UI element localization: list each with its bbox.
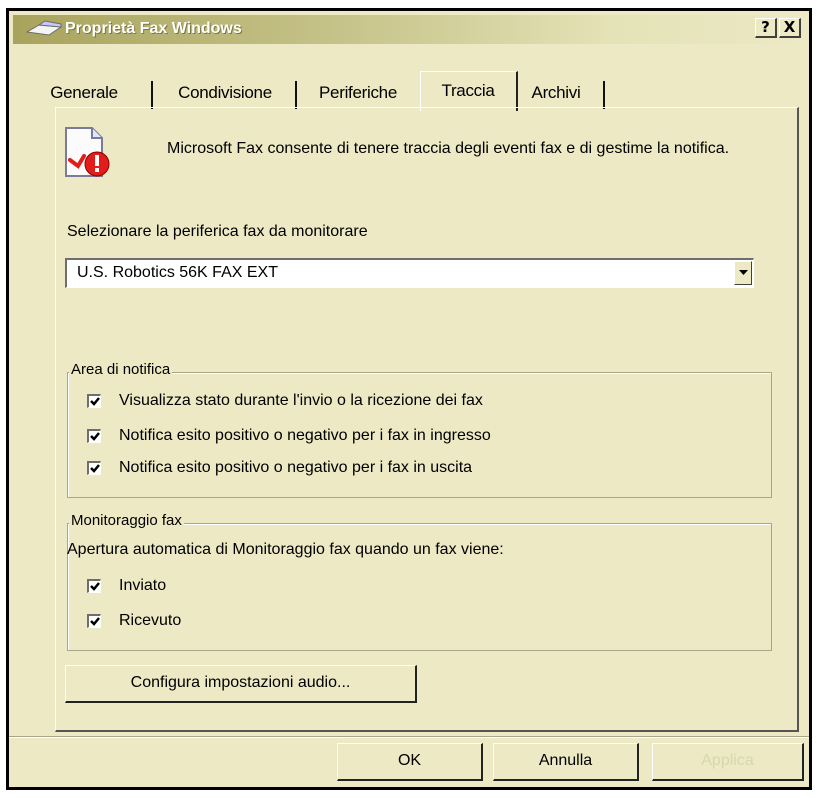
incoming-fax-notify-checkbox[interactable] (87, 429, 101, 443)
fax-device-select[interactable]: U.S. Robotics 56K FAX EXT (65, 258, 754, 288)
tab-condivisione[interactable]: Condivisione (155, 77, 295, 109)
tab-divider (603, 81, 605, 109)
tab-archivi[interactable]: Archivi (521, 77, 591, 109)
tab-traccia[interactable]: Traccia (420, 73, 516, 109)
tab-periferiche[interactable]: Periferiche (299, 77, 417, 109)
sent-checkbox[interactable] (87, 579, 101, 593)
close-button[interactable]: X (779, 18, 801, 38)
outgoing-fax-notify-checkbox[interactable] (87, 461, 101, 475)
outgoing-fax-notify-label: Notifica esito positivo o negativo per i… (119, 459, 473, 476)
sent-label: Inviato (119, 577, 167, 594)
tab-divider (295, 81, 297, 109)
tab-generale[interactable]: Generale (17, 77, 151, 109)
received-checkbox[interactable] (87, 614, 101, 628)
checkmark-icon (90, 397, 100, 406)
intro-text: Microsoft Fax consente di tenere traccia… (167, 140, 730, 157)
fax-app-icon (25, 20, 63, 36)
incoming-fax-notify-label: Notifica esito positivo o negativo per i… (119, 427, 491, 444)
ok-button[interactable]: OK (337, 743, 483, 781)
apply-button[interactable]: Applica (652, 743, 804, 781)
cancel-button[interactable]: Annulla (493, 743, 639, 781)
tab-divider (151, 81, 153, 109)
checkmark-icon (90, 582, 100, 591)
title-bar[interactable]: Proprietà Fax Windows ? X (13, 15, 805, 44)
device-label: Selezionare la periferica fax da monitor… (67, 223, 368, 240)
help-button[interactable]: ? (755, 18, 777, 38)
footer-divider-highlight (9, 737, 809, 738)
fax-tracking-icon (65, 127, 110, 177)
checkmark-icon (90, 617, 100, 626)
fax-monitor-description: Apertura automatica di Monitoraggio fax … (67, 541, 504, 558)
show-status-checkbox[interactable] (87, 394, 101, 408)
checkmark-icon (90, 464, 100, 473)
fax-device-value: U.S. Robotics 56K FAX EXT (77, 264, 278, 281)
fax-monitor-title: Monitoraggio fax (69, 512, 184, 529)
received-label: Ricevuto (119, 612, 182, 629)
notification-area-title: Area di notifica (69, 361, 173, 378)
window-title: Proprietà Fax Windows (65, 20, 242, 37)
fax-properties-dialog: Proprietà Fax Windows ? X Generale Condi… (6, 8, 812, 790)
configure-audio-button[interactable]: Configura impostazioni audio... (65, 665, 417, 703)
dropdown-arrow-icon[interactable] (734, 261, 752, 285)
checkmark-icon (90, 432, 100, 441)
show-status-label: Visualizza stato durante l'invio o la ri… (119, 392, 483, 409)
